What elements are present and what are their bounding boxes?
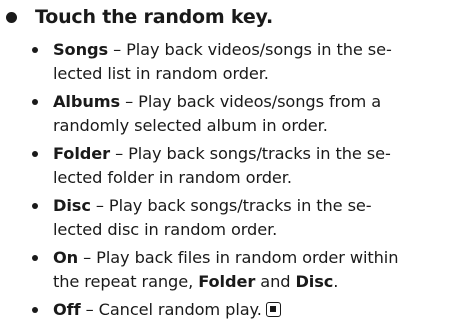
option-item-on: On – Play back files in random order wit…	[32, 246, 452, 293]
option-description: – Cancel random play.	[80, 300, 262, 319]
end-of-section-icon	[265, 302, 281, 317]
option-description-cont: lected list in random order.	[53, 63, 269, 83]
option-term: Folder	[53, 144, 111, 163]
conjunction-text: and	[255, 271, 296, 291]
bullet-icon	[32, 151, 38, 157]
bullet-icon	[32, 255, 38, 261]
folder-term: Folder	[198, 271, 256, 291]
option-term: Off	[53, 300, 81, 319]
option-description-cont: randomly selected album in order.	[53, 115, 328, 135]
option-term: On	[53, 248, 79, 267]
heading-text: Touch the random key.	[35, 6, 273, 28]
period-text: .	[333, 271, 339, 291]
bullet-icon	[32, 203, 38, 209]
bullet-icon	[32, 99, 38, 105]
option-description-cont: the repeat range,	[53, 271, 199, 291]
option-description: – Play back songs/tracks in the se-	[110, 144, 391, 163]
option-term: Albums	[53, 92, 121, 111]
option-item-songs: Songs – Play back videos/songs in the se…	[32, 38, 452, 85]
option-list: Songs – Play back videos/songs in the se…	[32, 38, 452, 327]
option-item-folder: Folder – Play back songs/tracks in the s…	[32, 142, 452, 189]
option-description-cont: lected disc in random order.	[53, 219, 278, 239]
bullet-icon	[32, 47, 38, 53]
option-description: – Play back videos/songs from a	[120, 92, 382, 111]
instruction-heading: Touch the random key.	[6, 6, 273, 28]
bullet-icon	[6, 11, 17, 23]
disc-term: Disc	[295, 271, 334, 291]
option-description: – Play back files in random order within	[78, 248, 399, 267]
option-item-off: Off – Cancel random play.	[32, 298, 452, 322]
option-term: Disc	[53, 196, 91, 215]
option-description-cont: lected folder in random order.	[53, 167, 292, 187]
option-description: – Play back songs/tracks in the se-	[90, 196, 372, 215]
option-term: Songs	[53, 40, 109, 59]
option-item-disc: Disc – Play back songs/tracks in the se-…	[32, 194, 452, 241]
option-item-albums: Albums – Play back videos/songs from a r…	[32, 90, 452, 137]
option-description: – Play back videos/songs in the se-	[108, 40, 392, 59]
